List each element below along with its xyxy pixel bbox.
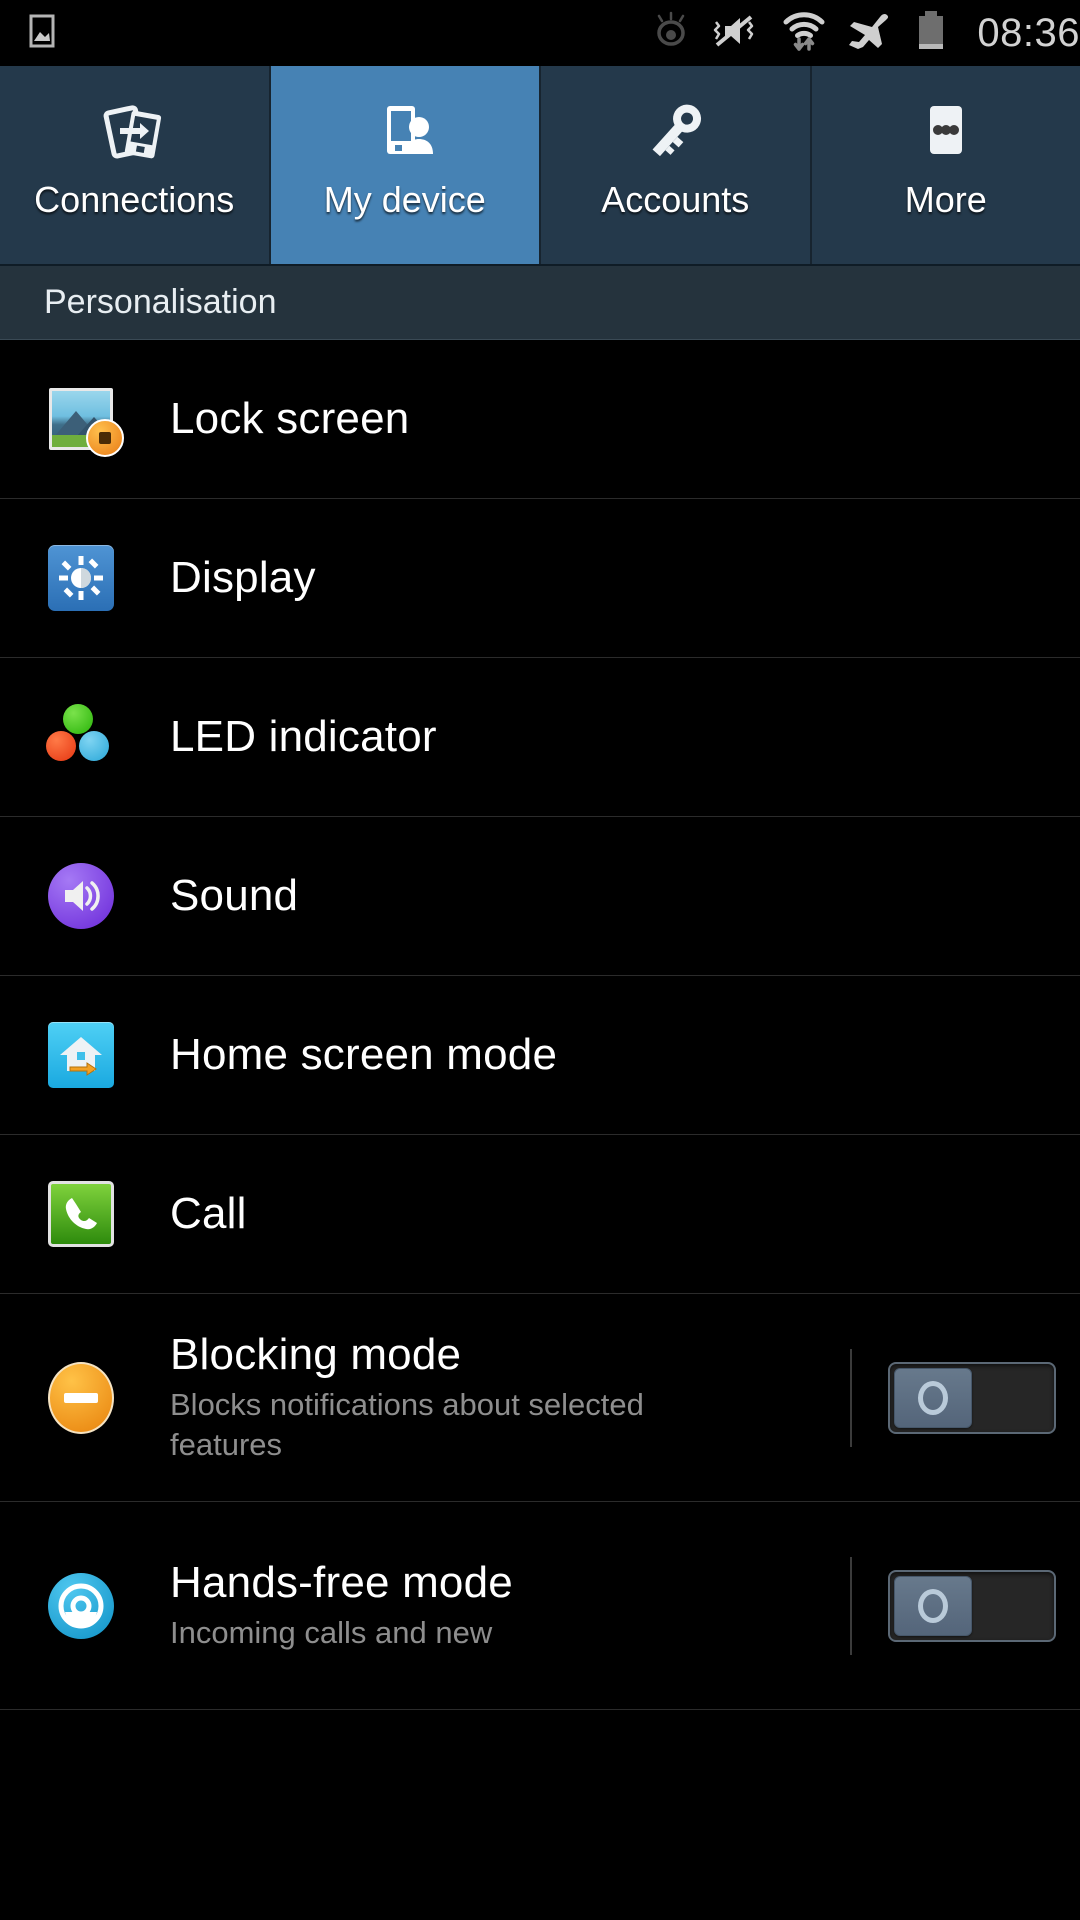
- list-item-hands-free-mode[interactable]: Hands-free mode Incoming calls and new: [0, 1502, 1080, 1710]
- settings-list: Lock screen Display LED indicator Sound …: [0, 340, 1080, 1710]
- status-bar-clock: 08:36: [977, 11, 1080, 55]
- tab-more[interactable]: More: [811, 66, 1080, 264]
- list-item-title: Blocking mode: [170, 1330, 462, 1380]
- section-header-label: Personalisation: [44, 283, 277, 321]
- my-device-icon: [271, 90, 540, 174]
- list-item-subtitle: Incoming calls and new: [170, 1615, 493, 1651]
- tab-bar: Connections My device Accounts More: [0, 66, 1080, 266]
- airplane-mode-icon: [845, 9, 893, 58]
- list-item-lock-screen[interactable]: Lock screen: [0, 340, 1080, 499]
- list-item-title: LED indicator: [170, 712, 437, 762]
- tab-connections[interactable]: Connections: [0, 66, 271, 264]
- tab-label-accounts: Accounts: [601, 179, 750, 220]
- list-item-title: Hands-free mode: [170, 1558, 513, 1608]
- tab-my-device[interactable]: My device: [270, 66, 541, 264]
- toggle-divider: [850, 1556, 852, 1655]
- list-item-text: Blocking mode Blocks notifications about…: [170, 1330, 850, 1465]
- status-bar-left: [0, 11, 62, 56]
- led-indicator-icon: [44, 700, 118, 774]
- list-item-display[interactable]: Display: [0, 499, 1080, 658]
- sound-icon: [44, 859, 118, 933]
- blocking-mode-toggle-area: [850, 1348, 1080, 1447]
- list-item-title: Home screen mode: [170, 1030, 558, 1080]
- list-item-text: LED indicator: [170, 712, 1080, 761]
- list-item-text: Home screen mode: [170, 1030, 1080, 1079]
- blocking-mode-toggle[interactable]: [888, 1361, 1056, 1434]
- status-bar: 08:36: [0, 0, 1080, 66]
- list-item-call[interactable]: Call: [0, 1135, 1080, 1294]
- accounts-key-icon: [541, 90, 810, 174]
- display-icon: [44, 541, 118, 615]
- wifi-data-transfer-icon: [781, 8, 827, 59]
- list-item-title: Lock screen: [170, 394, 410, 444]
- toggle-thumb: [894, 1367, 972, 1428]
- battery-icon: [911, 8, 951, 59]
- hands-free-mode-toggle[interactable]: [888, 1569, 1056, 1642]
- toggle-thumb: [894, 1575, 972, 1636]
- mute-vibrate-off-icon: [711, 9, 763, 58]
- home-screen-mode-icon: [44, 1018, 118, 1092]
- toggle-divider: [850, 1348, 852, 1447]
- list-item-text: Display: [170, 553, 1080, 602]
- list-item-title: Sound: [170, 871, 299, 921]
- toggle-off-ring-icon: [918, 1588, 948, 1623]
- list-item-led-indicator[interactable]: LED indicator: [0, 658, 1080, 817]
- call-icon: [44, 1177, 118, 1251]
- list-item-text: Lock screen: [170, 394, 1080, 443]
- list-item-text: Sound: [170, 871, 1080, 920]
- tab-label-more: More: [904, 179, 987, 220]
- list-item-home-screen-mode[interactable]: Home screen mode: [0, 976, 1080, 1135]
- connections-icon: [0, 90, 269, 174]
- tab-accounts[interactable]: Accounts: [541, 66, 812, 264]
- toggle-off-ring-icon: [918, 1380, 948, 1415]
- list-item-title: Call: [170, 1189, 247, 1239]
- more-dots-icon: [812, 90, 1080, 174]
- tab-label-my-device: My device: [323, 179, 486, 220]
- list-item-text: Hands-free mode Incoming calls and new: [170, 1558, 850, 1653]
- lock-screen-icon: [44, 382, 124, 457]
- section-header-personalisation: Personalisation: [0, 266, 1080, 340]
- list-item-subtitle: Blocks notifications about selected feat…: [170, 1387, 644, 1463]
- list-item-blocking-mode[interactable]: Blocking mode Blocks notifications about…: [0, 1294, 1080, 1502]
- tab-label-connections: Connections: [34, 179, 235, 220]
- list-item-title: Display: [170, 553, 316, 603]
- hands-free-mode-icon: [44, 1569, 118, 1643]
- status-bar-right: [649, 8, 973, 59]
- hands-free-mode-toggle-area: [850, 1556, 1080, 1655]
- image-icon: [22, 11, 62, 56]
- list-item-sound[interactable]: Sound: [0, 817, 1080, 976]
- list-item-text: Call: [170, 1189, 1080, 1238]
- eye-smart-stay-icon: [649, 9, 693, 58]
- blocking-mode-icon: [44, 1361, 118, 1435]
